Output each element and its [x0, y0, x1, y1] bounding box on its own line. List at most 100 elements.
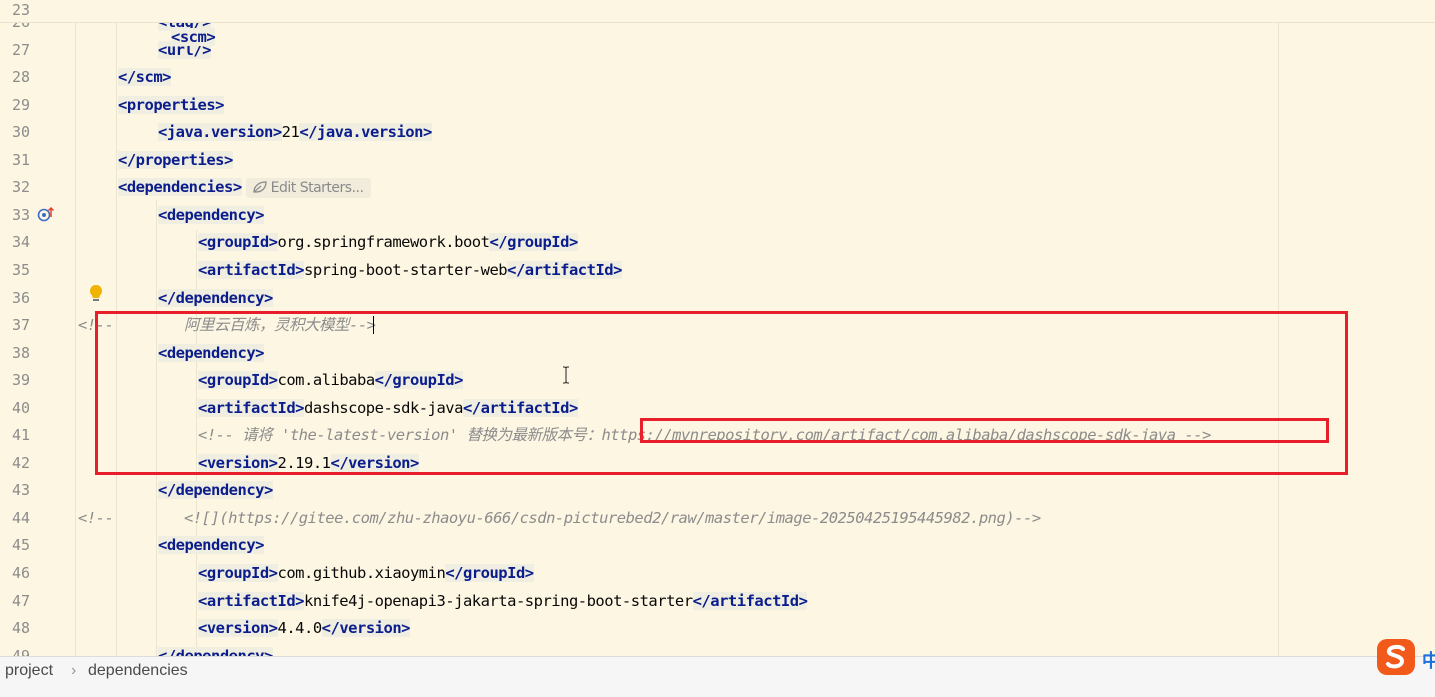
code-text: <dependencies> Edit Starters... — [118, 174, 372, 202]
xml-comment: )--> — [1005, 508, 1041, 527]
code-text: <artifactId>spring-boot-starter-web</art… — [198, 257, 622, 284]
code-text: <dependency> — [158, 532, 264, 559]
xml-tag: <artifactId> — [198, 260, 304, 279]
xml-tag: <properties> — [118, 95, 224, 114]
code-line[interactable]: 43 </dependency> — [0, 477, 1435, 504]
code-text: <properties> — [118, 92, 224, 119]
xml-tag: </artifactId> — [507, 260, 622, 279]
code-line[interactable]: 32 <dependencies> Edit Starters... — [0, 174, 1435, 201]
code-text: </dependency> — [158, 285, 273, 312]
ime-indicator[interactable]: 中 — [1376, 637, 1435, 677]
xml-comment: <!-- <![]( — [78, 508, 229, 527]
xml-tag: </dependency> — [158, 481, 273, 500]
line-number: 39 — [11, 371, 30, 390]
xml-tag: </java.version> — [299, 123, 432, 142]
line-number: 48 — [11, 619, 30, 638]
code-line[interactable]: 49 </dependency> — [0, 643, 1435, 656]
line-number: 30 — [11, 123, 30, 142]
code-line[interactable]: 34 <groupId>org.springframework.boot</gro… — [0, 229, 1435, 256]
run-override-icon[interactable] — [36, 205, 56, 223]
code-line[interactable]: 33 <dependency> — [0, 202, 1435, 229]
edit-starters-label: Edit Starters... — [270, 180, 364, 197]
code-line[interactable]: 48 <version>4.4.0</version> — [0, 615, 1435, 642]
highlight-box-url — [640, 418, 1329, 443]
code-editor[interactable]: 26<tag/>27<url/>28</scm>29<properties>30… — [0, 0, 1435, 656]
line-number: 34 — [11, 233, 30, 252]
xml-tag: <dependencies> — [118, 178, 242, 197]
line-number: 44 — [11, 508, 30, 527]
xml-tag: </properties> — [118, 150, 233, 169]
line-number: 38 — [11, 343, 30, 362]
code-line[interactable]: 36 </dependency> — [0, 285, 1435, 312]
code-line[interactable]: 45 <dependency> — [0, 532, 1435, 559]
xml-tag: </dependency> — [158, 288, 273, 307]
line-number: 29 — [11, 95, 30, 114]
xml-tag: </version> — [321, 619, 411, 638]
line-number: 23 — [11, 1, 30, 19]
code-text: </properties> — [118, 147, 233, 174]
lightbulb-icon[interactable] — [88, 284, 104, 304]
code-text: <version>4.4.0</version> — [198, 615, 411, 642]
xml-tag: <java.version> — [158, 123, 282, 142]
code-text: <!-- <![](https://gitee.com/zhu-zhaoyu-6… — [78, 505, 1041, 532]
breadcrumb-separator: › — [71, 662, 77, 679]
line-number: 27 — [11, 40, 30, 59]
code-text: <groupId>com.github.xiaoymin</groupId> — [198, 560, 534, 587]
xml-text: 4.4.0 — [277, 619, 323, 638]
xml-tag: </groupId> — [489, 233, 578, 252]
xml-tag: <groupId> — [198, 564, 278, 582]
xml-tag: </groupId> — [445, 564, 534, 582]
line-number: 37 — [11, 316, 30, 335]
line-number: 43 — [11, 481, 30, 500]
status-bar: project › dependencies — [0, 656, 1435, 697]
code-line[interactable]: 46 <groupId>com.github.xiaoymin</groupId> — [0, 560, 1435, 587]
xml-text: 21 — [281, 123, 300, 142]
xml-tag: <version> — [198, 619, 278, 638]
xml-tag: <dependency> — [158, 536, 264, 555]
line-number: 49 — [11, 646, 30, 656]
xml-text: spring-boot-starter-web — [303, 260, 508, 279]
spring-leaf-icon — [253, 181, 267, 193]
xml-tag: </dependency> — [158, 646, 273, 656]
xml-text: org.springframework.boot — [277, 233, 490, 252]
xml-tag: <artifactId> — [198, 591, 304, 610]
code-line[interactable]: 35 <artifactId>spring-boot-starter-web</a… — [0, 257, 1435, 284]
edit-starters-hint[interactable]: Edit Starters... — [245, 178, 372, 199]
line-number: 42 — [11, 453, 30, 472]
line-number: 47 — [11, 591, 30, 610]
line-number: 41 — [11, 426, 30, 445]
line-number: 36 — [11, 288, 30, 307]
xml-tag: <groupId> — [198, 233, 278, 252]
code-line[interactable]: 47 <artifactId>knife4j-openapi3-jakarta-s… — [0, 588, 1435, 615]
line-number: 46 — [11, 564, 30, 582]
line-number: 35 — [11, 260, 30, 279]
xml-text: knife4j-openapi3-jakarta-spring-boot-sta… — [303, 591, 693, 610]
xml-text: com.github.xiaoymin — [277, 564, 446, 582]
line-number: 31 — [11, 150, 30, 169]
sogou-ime-icon — [1377, 639, 1415, 675]
breadcrumb-item-project[interactable]: project — [5, 662, 53, 680]
highlight-box-dependency — [95, 311, 1348, 475]
sticky-tag: <scm> — [171, 28, 216, 46]
code-line[interactable]: 28 </scm> — [0, 64, 1435, 91]
code-line[interactable]: 44 <!-- <![](https://gitee.com/zhu-zhaoyu… — [0, 505, 1435, 532]
code-text: </dependency> — [158, 477, 273, 504]
code-line[interactable]: 29 <properties> — [0, 92, 1435, 119]
code-text: <groupId>org.springframework.boot</group… — [198, 229, 578, 256]
breadcrumb-item-dependencies[interactable]: dependencies — [88, 662, 188, 680]
comment-link[interactable]: https://gitee.com/zhu-zhaoyu-666/csdn-pi… — [228, 509, 1006, 527]
line-number: 28 — [11, 68, 30, 87]
line-number: 45 — [11, 536, 30, 555]
code-text: <dependency> — [158, 202, 264, 229]
code-text: <java.version>21</java.version> — [158, 119, 432, 146]
line-number: 40 — [11, 398, 30, 417]
code-line[interactable]: 30 <java.version>21</java.version> — [0, 119, 1435, 146]
code-line[interactable]: 31 </properties> — [0, 147, 1435, 174]
code-text: <artifactId>knife4j-openapi3-jakarta-spr… — [198, 588, 808, 615]
sticky-header-line: 23 <scm> — [0, 0, 1435, 46]
ime-language-label: 中 — [1422, 651, 1435, 672]
code-text: </dependency> — [158, 643, 273, 656]
xml-tag: </artifactId> — [692, 591, 808, 610]
line-number: 33 — [11, 205, 30, 224]
code-line[interactable]: 27 <url/> — [0, 37, 1435, 64]
